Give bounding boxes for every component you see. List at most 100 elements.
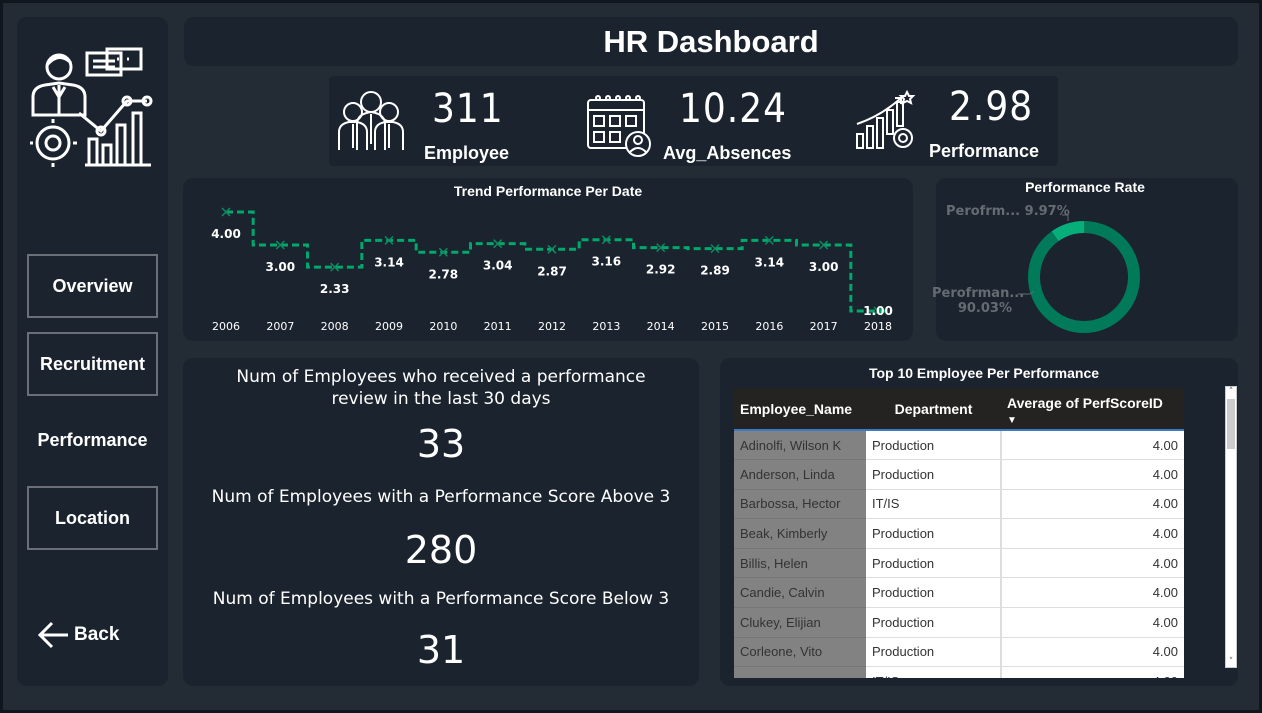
cell-department: Production bbox=[866, 518, 1002, 549]
trend-data-label: 4.00 bbox=[211, 227, 241, 241]
back-button[interactable]: Back bbox=[36, 620, 119, 650]
cell-department: Production bbox=[866, 430, 1002, 461]
trend-data-label: 2.33 bbox=[320, 282, 350, 296]
x-tick-label: 2018 bbox=[864, 320, 892, 333]
trend-line bbox=[226, 210, 890, 313]
x-tick-label: 2013 bbox=[592, 320, 620, 333]
trend-data-label: 2.92 bbox=[646, 263, 676, 277]
kpi-employee-label: Employee bbox=[424, 143, 510, 163]
arrow-left-icon bbox=[37, 621, 68, 649]
table-row[interactable]: Adinolfi, Wilson K Production 4.00 bbox=[734, 430, 1184, 461]
cell-perfscore: 4.00 bbox=[1001, 548, 1184, 579]
trend-data-label: 2.89 bbox=[700, 264, 730, 278]
trend-chart-panel: Trend Performance Per Date 4.00 2006 3.00 2… bbox=[183, 178, 913, 341]
table-row[interactable]: Barbossa, Hector IT/IS 4.00 bbox=[734, 489, 1184, 520]
nav-recruitment-button[interactable]: Recruitment bbox=[27, 332, 158, 396]
trend-data-label: 2.78 bbox=[429, 267, 459, 281]
cell-employee-name: Billis, Helen bbox=[734, 548, 866, 579]
kpi-absences-value: 10.24 bbox=[679, 86, 787, 132]
table-row[interactable]: Anderson, Linda Production 4.00 bbox=[734, 459, 1184, 490]
hr-logo-icon bbox=[30, 47, 153, 167]
table-row[interactable]: Beak, Kimberly Production 4.00 bbox=[734, 518, 1184, 549]
stat-above3-value: 280 bbox=[404, 528, 478, 572]
cell-perfscore: 4.00 bbox=[1001, 607, 1184, 638]
cell-perfscore: 4.00 bbox=[1001, 666, 1184, 678]
page-title: HR Dashboard bbox=[603, 23, 819, 59]
kpi-employee-value: 311 bbox=[432, 86, 504, 132]
trend-data-label: 3.00 bbox=[809, 260, 839, 274]
stat-below3-value: 31 bbox=[416, 628, 466, 672]
kpi-absences-label: Avg_Absences bbox=[663, 143, 792, 163]
kpi-performance-label: Performance bbox=[929, 141, 1040, 161]
cell-department: Production bbox=[866, 607, 1002, 638]
x-tick-label: 2012 bbox=[538, 320, 566, 333]
scroll-down-icon[interactable]: ˅ bbox=[1226, 657, 1236, 667]
x-tick-label: 2009 bbox=[375, 320, 403, 333]
kpi-performance-value: 2.98 bbox=[949, 84, 1034, 130]
trend-data-label: 3.16 bbox=[592, 255, 622, 269]
x-tick-label: 2011 bbox=[484, 320, 512, 333]
calendar-attendance-icon bbox=[587, 95, 651, 157]
stat-below3-label: Num of Employees with a Performance Scor… bbox=[212, 589, 670, 609]
cell-employee-name bbox=[734, 666, 866, 678]
table-title: Top 10 Employee Per Performance bbox=[868, 365, 1100, 381]
trend-data-label: 1.00 bbox=[863, 304, 893, 318]
scroll-thumb[interactable] bbox=[1227, 399, 1235, 449]
trend-data-label: 2.87 bbox=[537, 264, 567, 278]
x-tick-label: 2008 bbox=[321, 320, 349, 333]
cell-department: Production bbox=[866, 577, 1002, 609]
cell-perfscore: 4.00 bbox=[1001, 637, 1184, 668]
cell-employee-name: Adinolfi, Wilson K bbox=[734, 430, 866, 461]
nav-performance-current[interactable]: Performance bbox=[27, 430, 158, 451]
nav-overview-button[interactable]: Overview bbox=[27, 254, 158, 318]
kpi-strip: 311 Employee 10.24 Avg_Absences 2.98 Per… bbox=[329, 76, 1058, 166]
employees-group-icon bbox=[338, 91, 404, 150]
table-row[interactable]: Clukey, Elijian Production 4.00 bbox=[734, 607, 1184, 638]
cell-employee-name: Candie, Calvin bbox=[734, 577, 866, 609]
stat-review-value: 33 bbox=[416, 422, 466, 466]
cell-perfscore: 4.00 bbox=[1001, 459, 1184, 490]
cell-perfscore: 4.00 bbox=[1001, 577, 1184, 609]
top-employees-table: Employee_Name Department Average of Perf… bbox=[734, 388, 1184, 678]
scroll-up-icon[interactable]: ˄ bbox=[1226, 387, 1236, 397]
donut-label-small: Perofrm... 9.97% bbox=[946, 204, 1070, 219]
donut-slice[interactable] bbox=[1028, 221, 1140, 333]
x-tick-label: 2010 bbox=[429, 320, 457, 333]
x-tick-label: 2014 bbox=[647, 320, 675, 333]
x-tick-label: 2017 bbox=[810, 320, 838, 333]
performance-rate-panel: Performance Rate Perofrm... 9.97% Perofr… bbox=[932, 178, 1238, 341]
col-department[interactable]: Department bbox=[866, 388, 1001, 431]
performance-rate-donut bbox=[1018, 214, 1140, 333]
table-row[interactable]: Candie, Calvin Production 4.00 bbox=[734, 577, 1184, 609]
col-avg-perfscore[interactable]: Average of PerfScoreID ▼ bbox=[1001, 388, 1184, 431]
table-row[interactable]: IT/IS4.00 bbox=[734, 666, 1184, 678]
col-employee-name[interactable]: Employee_Name bbox=[734, 388, 866, 431]
table-scrollbar[interactable]: ˄ ˅ bbox=[1225, 386, 1237, 668]
sort-desc-icon: ▼ bbox=[1007, 414, 1017, 426]
cell-employee-name: Barbossa, Hector bbox=[734, 489, 866, 520]
x-tick-label: 2016 bbox=[755, 320, 783, 333]
trend-data-label: 3.14 bbox=[755, 255, 785, 269]
top-employees-panel: Top 10 Employee Per Performance Employee… bbox=[720, 358, 1238, 686]
trend-data-label: 3.00 bbox=[266, 260, 296, 274]
trend-data-label: 3.04 bbox=[483, 259, 513, 273]
cell-employee-name: Beak, Kimberly bbox=[734, 518, 866, 549]
cell-perfscore: 4.00 bbox=[1001, 430, 1184, 461]
table-row[interactable]: Corleone, Vito Production 4.00 bbox=[734, 637, 1184, 668]
back-label: Back bbox=[74, 624, 120, 645]
cell-department: IT/IS bbox=[866, 666, 1002, 678]
cell-employee-name: Clukey, Elijian bbox=[734, 607, 866, 638]
cell-department: Production bbox=[866, 548, 1002, 579]
x-tick-label: 2015 bbox=[701, 320, 729, 333]
cell-employee-name: Corleone, Vito bbox=[734, 637, 866, 668]
cell-employee-name: Anderson, Linda bbox=[734, 459, 866, 490]
cell-department: Production bbox=[866, 637, 1002, 668]
stat-review-label: Num of Employees who received a performa… bbox=[236, 367, 646, 409]
table-row[interactable]: Billis, Helen Production 4.00 bbox=[734, 548, 1184, 579]
stat-above3-label: Num of Employees with a Performance Scor… bbox=[211, 487, 671, 507]
cell-department: IT/IS bbox=[866, 489, 1002, 520]
trend-chart: 4.00 2006 3.00 2007 2.33 2008 3.14 2009 2.78 2010… bbox=[211, 207, 893, 333]
cell-perfscore: 4.00 bbox=[1001, 489, 1184, 520]
nav-location-button[interactable]: Location bbox=[27, 486, 158, 550]
trend-data-label: 3.14 bbox=[374, 255, 404, 269]
